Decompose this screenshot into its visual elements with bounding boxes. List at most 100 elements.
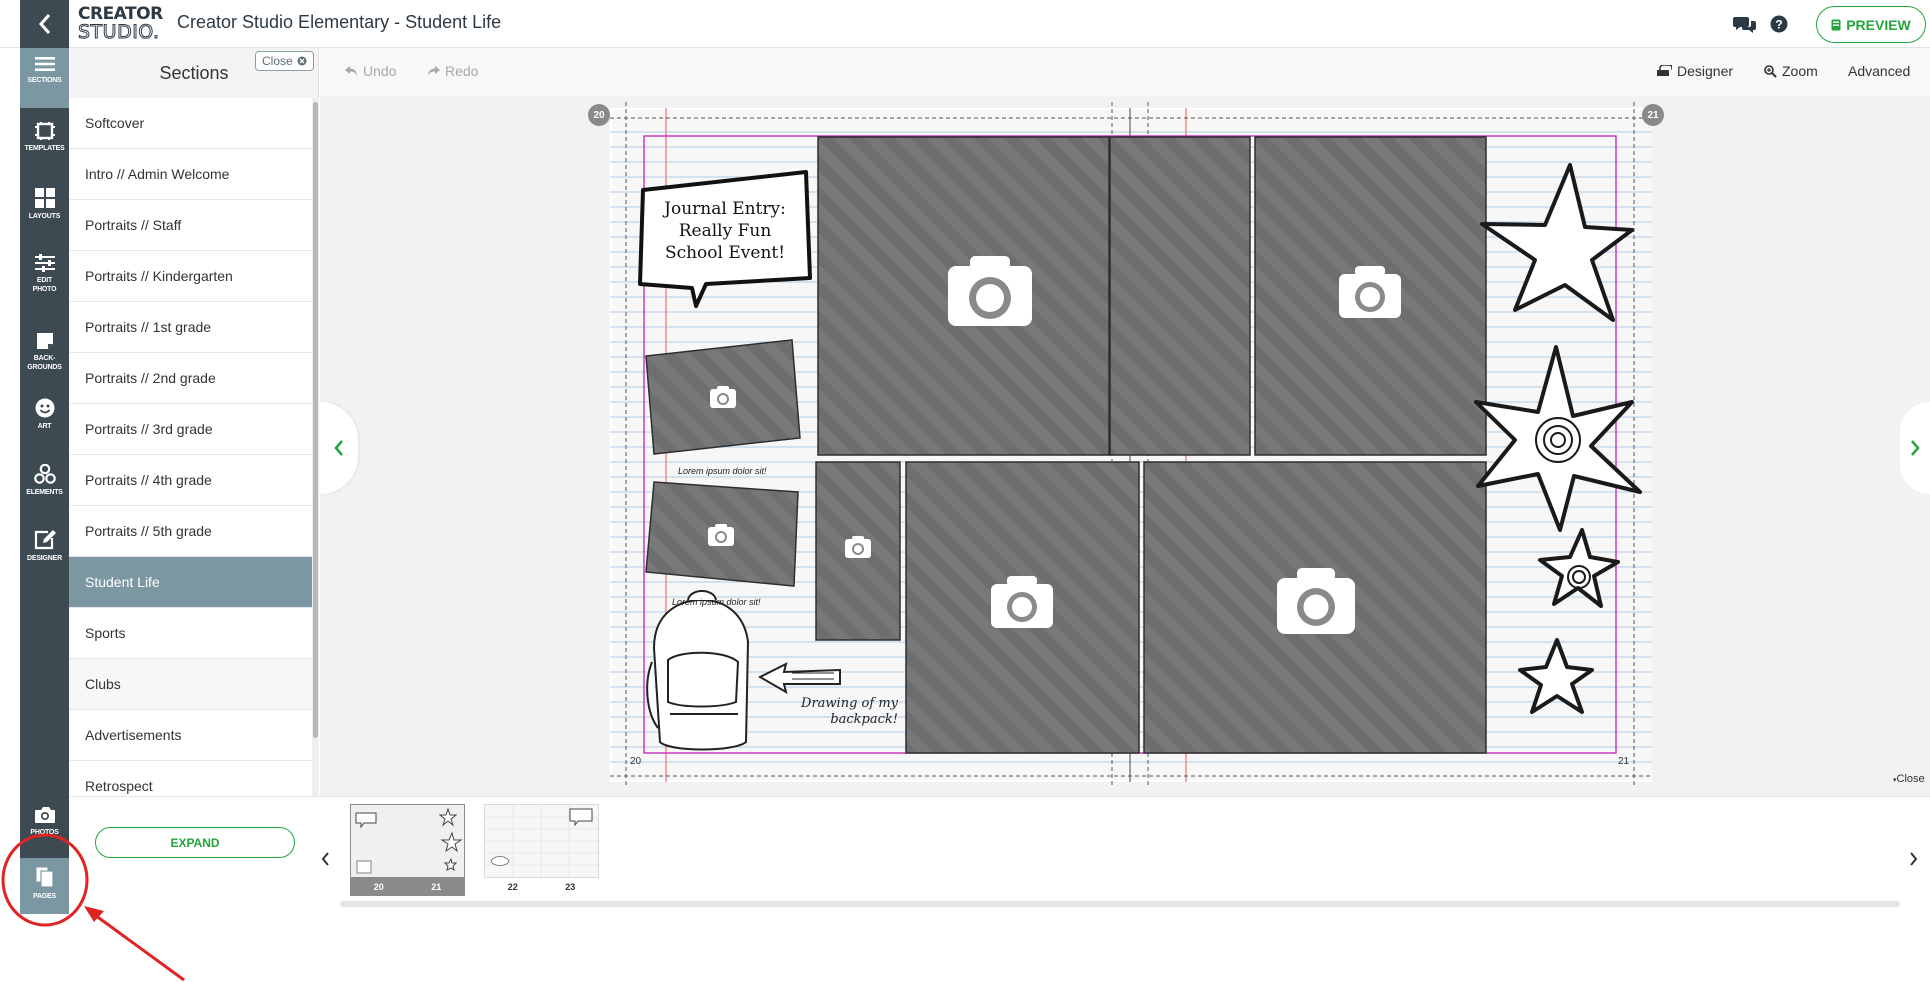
backgrounds-icon [36,333,53,349]
page-badge-right: 21 [1642,104,1664,126]
camera-icon [845,536,871,558]
sliders-icon [34,254,55,272]
redo-button[interactable]: Redo [427,63,478,79]
rail-label: DESIGNER [27,555,62,562]
zoom-button[interactable]: Zoom [1764,63,1818,79]
advanced-button[interactable]: Advanced [1848,63,1910,79]
thumbnail-labels: 22 23 [484,878,599,896]
page-thumbnail-selected[interactable] [350,804,465,878]
rail-templates[interactable]: TEMPLATES [20,114,69,174]
back-button[interactable] [20,0,69,48]
canvas-close-label: Close [1896,773,1925,785]
undo-label: Undo [363,63,397,79]
section-item[interactable]: Advertisements [69,710,312,761]
undo-button[interactable]: Undo [345,63,396,79]
preview-button[interactable]: PREVIEW [1816,6,1926,43]
drawing-caption[interactable]: Drawing of my backpack! [766,696,898,728]
rail-backgrounds[interactable]: BACK-GROUNDS [20,324,69,384]
rail-label: LAYOUTS [28,213,61,220]
chat-icon [1733,17,1756,33]
rail-label: BACK-GROUNDS [27,355,62,371]
creator-studio-logo[interactable]: CREATOR STUDIO. [78,6,168,43]
redo-icon [428,65,440,76]
photo-caption[interactable]: Lorem ipsum dolor sit! [678,466,767,476]
thumbnail-page-number: 22 [507,882,518,892]
sections-list: Softcover Intro // Admin Welcome Portrai… [69,98,312,796]
chevron-left-icon [321,852,329,866]
chevron-right-icon [1911,440,1920,456]
rail-elements[interactable]: ELEMENTS [20,456,69,516]
camera-icon [708,524,734,546]
thumbnail-page-number: 21 [431,882,442,892]
section-item[interactable]: Portraits // Staff [69,200,312,251]
chevron-right-icon [1909,852,1917,866]
section-item[interactable]: Portraits // Kindergarten [69,251,312,302]
chevron-left-icon [38,14,50,34]
rail-label: ART [37,423,52,430]
section-item[interactable]: Clubs [69,659,312,710]
svg-text:?: ? [1775,18,1782,32]
photo-caption[interactable]: Lorem ipsum dolor sit! [672,597,761,607]
section-item[interactable]: Portraits // 3rd grade [69,404,312,455]
chevron-left-icon [334,440,343,456]
book-icon [1831,19,1841,30]
annotation-highlight [1,833,185,982]
section-item-active[interactable]: Student Life [69,557,312,608]
templates-icon [34,122,55,140]
pages-strip-scrollbar[interactable] [340,901,1900,907]
rail-label: TEMPLATES [24,145,65,152]
chat-button[interactable] [1733,12,1757,36]
layouts-icon [34,188,55,208]
thumbnail-page-number: 20 [373,882,384,892]
left-rail: SECTIONS TEMPLATES LAYOUTS EDIT PHOTO BA… [20,48,69,914]
section-item[interactable]: Portraits // 4th grade [69,455,312,506]
editor-toolbar: Undo Redo Designer Zoom Advanced [320,48,1930,96]
section-item[interactable]: Retrospect [69,761,312,796]
strip-prev-button[interactable] [317,850,333,868]
section-item[interactable]: Sports [69,608,312,659]
rail-edit-photo[interactable]: EDIT PHOTO [20,246,69,306]
journal-line: Journal Entry: [664,199,786,219]
drawing-caption-line: backpack! [830,712,898,727]
next-spread-button[interactable] [1900,402,1930,494]
strip-next-button[interactable] [1905,850,1921,868]
elements-icon [33,464,56,484]
logo-line2: STUDIO. [78,21,160,43]
designer-label: Designer [1677,63,1734,79]
help-button[interactable]: ? [1767,12,1791,36]
undo-icon [345,65,357,76]
section-item[interactable]: Portraits // 2nd grade [69,353,312,404]
section-item[interactable]: Intro // Admin Welcome [69,149,312,200]
annotation-arrow-line [87,908,185,982]
journal-line: Really Fun [678,221,772,241]
book-title: Creator Studio Elementary - Student Life [177,12,502,32]
section-item[interactable]: Softcover [69,98,312,149]
section-item[interactable]: Portraits // 5th grade [69,506,312,557]
rail-sections[interactable]: SECTIONS [20,48,69,108]
advanced-label: Advanced [1848,63,1911,79]
rail-designer[interactable]: DESIGNER [20,522,69,582]
journal-title[interactable]: Journal Entry: Really Fun School Event! [650,198,800,264]
drawing-caption-line: Drawing of my [801,696,898,711]
edit-icon [34,530,56,550]
thumbnail-labels-selected: 20 21 [350,878,465,896]
rail-art[interactable]: ART [20,390,69,450]
page-spread[interactable]: 20 21 Journal Entry: Really Fun School E… [588,102,1664,786]
annotation-circle [1,833,89,927]
rail-label: ELEMENTS [26,489,63,496]
canvas-close-button[interactable]: ▾Close [1893,773,1925,785]
close-sections-button[interactable]: Close [255,51,314,71]
section-item[interactable]: Portraits // 1st grade [69,302,312,353]
designer-button[interactable]: Designer [1657,63,1733,79]
zoom-icon [1764,64,1777,78]
camera-icon [710,386,736,408]
photo-frame [1109,136,1251,456]
page-thumbnail[interactable] [484,804,599,878]
sections-scroll-thumb[interactable] [313,102,318,738]
redo-label: Redo [445,63,479,79]
menu-icon [34,57,55,71]
rail-layouts[interactable]: LAYOUTS [20,180,69,240]
designer-icon [1657,65,1672,76]
sections-scrollbar[interactable] [312,98,319,796]
smiley-icon [35,398,54,418]
